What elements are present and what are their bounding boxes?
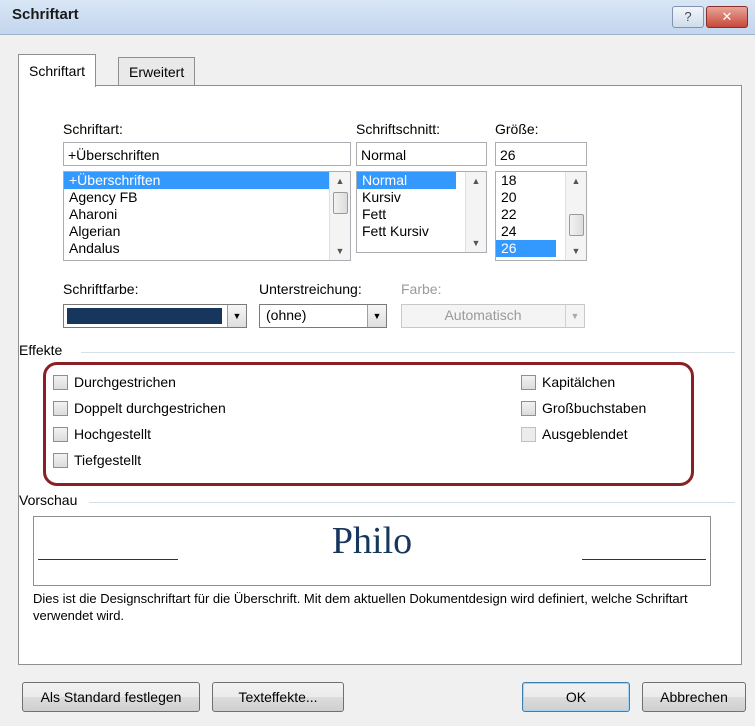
scroll-down-icon[interactable]: ▼: [466, 234, 486, 252]
style-list-scrollbar[interactable]: ▲ ▼: [465, 172, 486, 252]
list-item[interactable]: Algerian: [64, 223, 350, 240]
scroll-thumb[interactable]: [333, 192, 348, 214]
list-item[interactable]: Normal: [357, 172, 456, 189]
checkbox-label: Tiefgestellt: [74, 452, 142, 468]
preview-heading: Vorschau: [19, 492, 78, 508]
checkbox-box[interactable]: [53, 452, 68, 468]
size-list-scrollbar[interactable]: ▲ ▼: [565, 172, 586, 260]
checkbox-label: Hochgestellt: [74, 426, 152, 442]
checkbox-box[interactable]: [53, 400, 68, 416]
checkbox-box[interactable]: [53, 374, 68, 390]
preview-description: Dies ist die Designschriftart für die Üb…: [33, 591, 688, 623]
preview-sample: Philo: [331, 520, 413, 562]
scroll-thumb[interactable]: [569, 214, 584, 236]
checkbox-box[interactable]: [53, 426, 68, 442]
size-list[interactable]: 18 20 22 24 26 ▲ ▼: [495, 171, 587, 261]
ok-button[interactable]: OK: [522, 682, 630, 712]
window-title: Schriftart: [12, 6, 79, 23]
underline-label: Unterstreichung:: [259, 281, 362, 297]
tab-erweitert[interactable]: Erweitert: [118, 57, 196, 86]
double-strikethrough-checkbox[interactable]: Doppelt durchgestrichen: [53, 400, 226, 416]
set-default-button[interactable]: Als Standard festlegen: [22, 682, 200, 712]
list-item[interactable]: 26: [496, 240, 556, 257]
small-caps-checkbox[interactable]: Kapitälchen: [521, 374, 615, 390]
font-color-label: Schriftfarbe:: [63, 281, 139, 297]
checkbox-label: Kapitälchen: [542, 374, 616, 390]
font-color-select[interactable]: ▼: [63, 304, 247, 328]
underline-color-value: Automatisch: [444, 307, 522, 323]
cancel-button[interactable]: Abbrechen: [642, 682, 746, 712]
tab-panel: Schriftart: +Überschriften +Überschrifte…: [18, 85, 742, 665]
hidden-checkbox[interactable]: Ausgeblendet: [521, 426, 628, 442]
checkbox-box[interactable]: [521, 426, 536, 442]
dialog-body: Schriftart Erweitert Schriftart: +Übersc…: [0, 35, 755, 726]
preview-box: Philo: [33, 516, 711, 586]
size-label: Größe:: [495, 121, 539, 137]
help-icon: ?: [684, 9, 692, 24]
list-item[interactable]: +Überschriften: [64, 172, 350, 189]
style-list[interactable]: Normal Kursiv Fett Fett Kursiv ▲ ▼: [356, 171, 487, 253]
scroll-up-icon[interactable]: ▲: [566, 172, 586, 190]
preview-separator: [89, 502, 735, 503]
underline-select[interactable]: (ohne) ▼: [259, 304, 387, 328]
effects-heading: Effekte: [19, 342, 63, 358]
chevron-down-icon[interactable]: ▼: [227, 305, 246, 327]
list-item[interactable]: Andalus: [64, 240, 350, 257]
checkbox-label: Durchgestrichen: [74, 374, 176, 390]
font-input[interactable]: +Überschriften: [63, 142, 351, 166]
strikethrough-checkbox[interactable]: Durchgestrichen: [53, 374, 176, 390]
checkbox-label: Ausgeblendet: [542, 426, 628, 442]
style-input[interactable]: Normal: [356, 142, 487, 166]
scroll-down-icon[interactable]: ▼: [566, 242, 586, 260]
font-color-swatch: [67, 308, 222, 324]
checkbox-box[interactable]: [521, 400, 536, 416]
underline-color-select[interactable]: Automatisch ▼: [401, 304, 585, 328]
all-caps-checkbox[interactable]: Großbuchstaben: [521, 400, 646, 416]
font-list-scrollbar[interactable]: ▲ ▼: [329, 172, 350, 260]
list-item[interactable]: Agency FB: [64, 189, 350, 206]
underline-color-label: Farbe:: [401, 281, 442, 297]
subscript-checkbox[interactable]: Tiefgestellt: [53, 452, 141, 468]
title-bar: Schriftart ? ✕: [0, 0, 755, 35]
close-icon: ✕: [721, 9, 733, 24]
effects-separator: [81, 352, 735, 353]
font-list[interactable]: +Überschriften Agency FB Aharoni Algeria…: [63, 171, 351, 261]
close-button[interactable]: ✕: [706, 6, 748, 28]
size-input[interactable]: 26: [495, 142, 587, 166]
scroll-down-icon[interactable]: ▼: [330, 242, 350, 260]
help-button[interactable]: ?: [672, 6, 704, 28]
underline-value: (ohne): [266, 307, 307, 323]
text-effects-button[interactable]: Texteffekte...: [212, 682, 344, 712]
list-item[interactable]: Aharoni: [64, 206, 350, 223]
chevron-down-icon[interactable]: ▼: [565, 305, 584, 327]
superscript-checkbox[interactable]: Hochgestellt: [53, 426, 151, 442]
preview-line-right: [582, 559, 706, 560]
checkbox-label: Doppelt durchgestrichen: [74, 400, 226, 416]
scroll-up-icon[interactable]: ▲: [466, 172, 486, 190]
scroll-up-icon[interactable]: ▲: [330, 172, 350, 190]
tab-schriftart[interactable]: Schriftart: [18, 54, 97, 87]
checkbox-box[interactable]: [521, 374, 536, 390]
chevron-down-icon[interactable]: ▼: [367, 305, 386, 327]
font-label: Schriftart:: [63, 121, 123, 137]
checkbox-label: Großbuchstaben: [542, 400, 647, 416]
style-label: Schriftschnitt:: [356, 121, 441, 137]
